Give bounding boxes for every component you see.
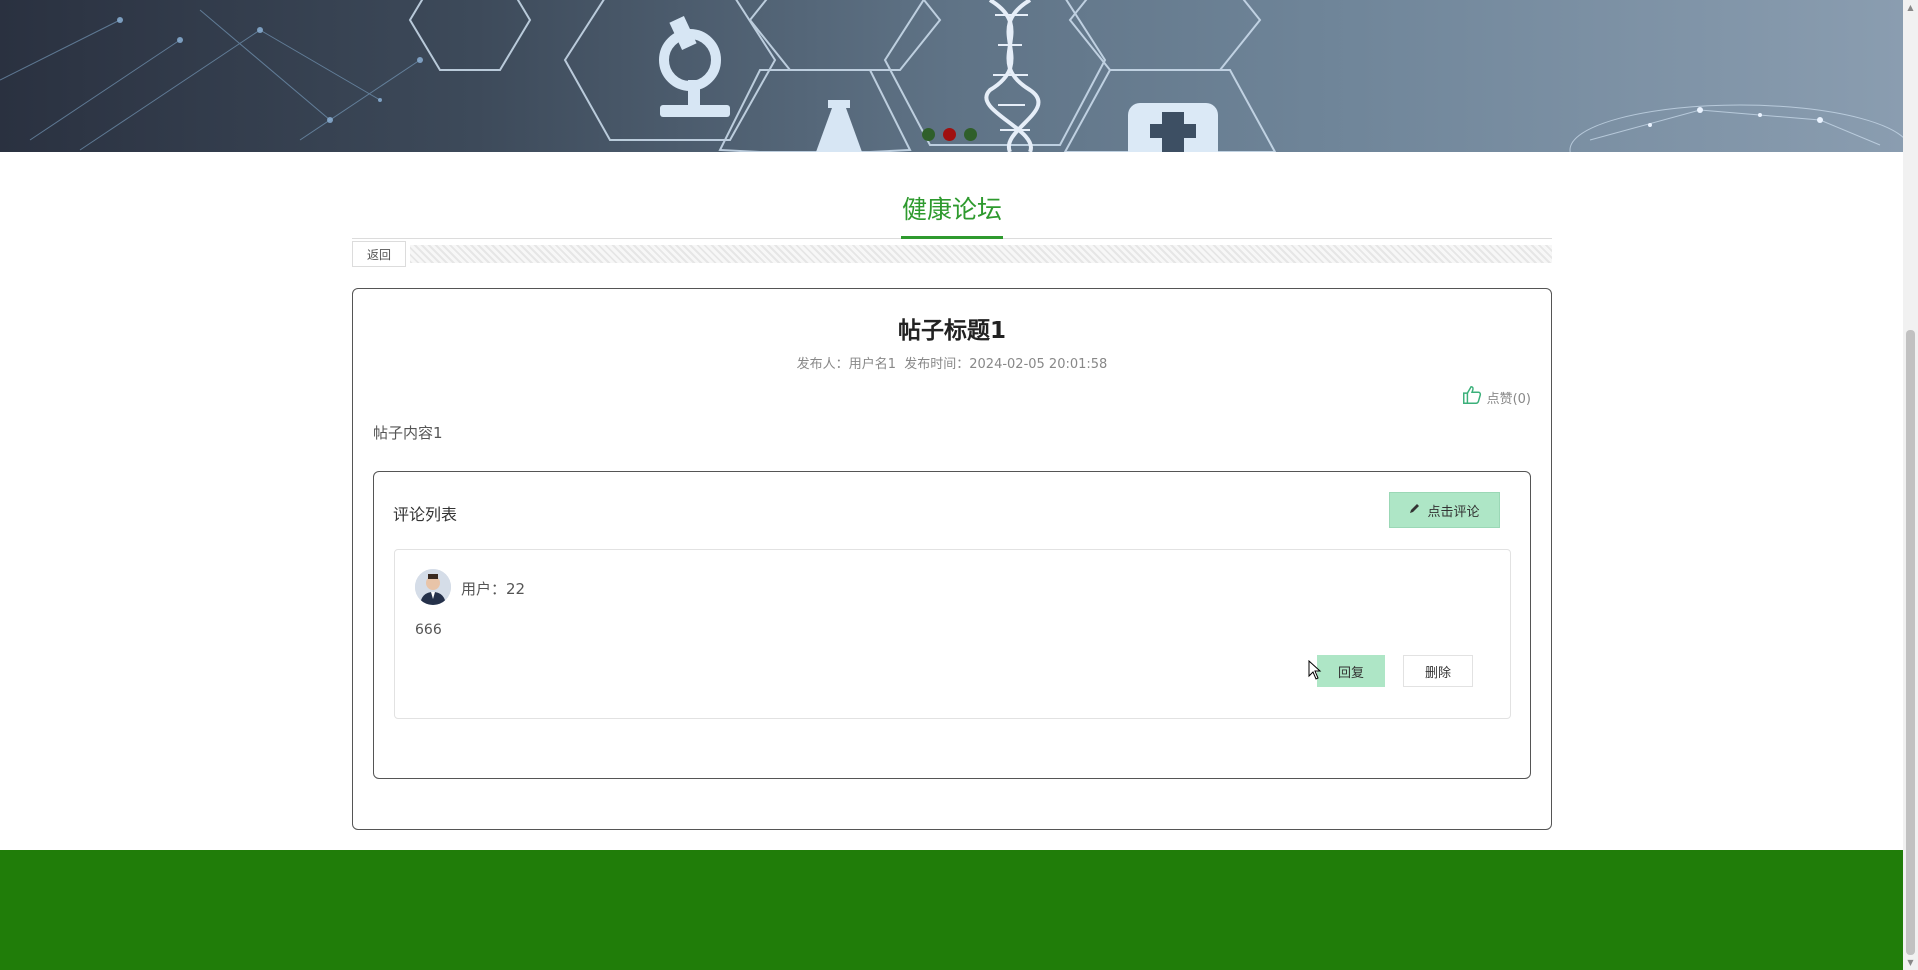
add-comment-label: 点击评论 — [1427, 504, 1480, 520]
comment-text: 666 — [415, 622, 442, 638]
publish-time: 2024-02-05 20:01:58 — [969, 357, 1108, 372]
like-button[interactable]: 点赞(0) — [1461, 384, 1531, 410]
publisher-label: 发布人： — [796, 357, 849, 372]
scroll-down-arrow-icon[interactable]: ▼ — [1903, 955, 1918, 970]
mouse-cursor-icon — [1308, 659, 1322, 684]
comment-item: 用户：22 666 回复 删除 — [394, 549, 1511, 719]
scroll-up-arrow-icon[interactable]: ▲ — [1903, 0, 1918, 15]
page: 健康论坛 返回 帖子标题1 发布人：用户名1 发布时间：2024-02-05 2… — [0, 0, 1903, 970]
hatch-divider — [410, 245, 1552, 263]
vertical-scrollbar[interactable]: ▲ ▼ — [1903, 0, 1918, 970]
avatar — [415, 569, 451, 605]
comments-title: 评论列表 — [393, 505, 458, 524]
thumbs-up-icon — [1461, 384, 1483, 410]
back-button[interactable]: 返回 — [352, 241, 406, 267]
carousel-dot-1[interactable] — [922, 128, 935, 141]
reply-button[interactable]: 回复 — [1317, 655, 1385, 687]
carousel-dot-3[interactable] — [964, 128, 977, 141]
like-count: 点赞(0) — [1486, 391, 1531, 407]
post-meta: 发布人：用户名1 发布时间：2024-02-05 20:01:58 — [353, 353, 1551, 372]
title-underline — [901, 236, 1003, 239]
comment-user: 用户：22 — [461, 580, 526, 598]
publisher-name: 用户名1 — [848, 357, 896, 372]
post-card: 帖子标题1 发布人：用户名1 发布时间：2024-02-05 20:01:58 … — [352, 288, 1552, 830]
comments-panel: 评论列表 点击评论 用户：22 666 回复 删除 — [373, 471, 1531, 779]
carousel-indicators — [922, 128, 977, 141]
post-title: 帖子标题1 — [897, 318, 1006, 344]
post-content: 帖子内容1 — [373, 424, 443, 442]
add-comment-button[interactable]: 点击评论 — [1389, 492, 1500, 528]
section-title: 健康论坛 — [901, 195, 1002, 224]
carousel-dot-2[interactable] — [943, 128, 956, 141]
publish-time-label: 发布时间： — [904, 357, 970, 372]
footer — [0, 850, 1903, 970]
scrollbar-thumb[interactable] — [1906, 330, 1915, 955]
pencil-icon — [1409, 502, 1421, 518]
delete-button[interactable]: 删除 — [1403, 655, 1473, 687]
banner-carousel — [0, 0, 1903, 152]
